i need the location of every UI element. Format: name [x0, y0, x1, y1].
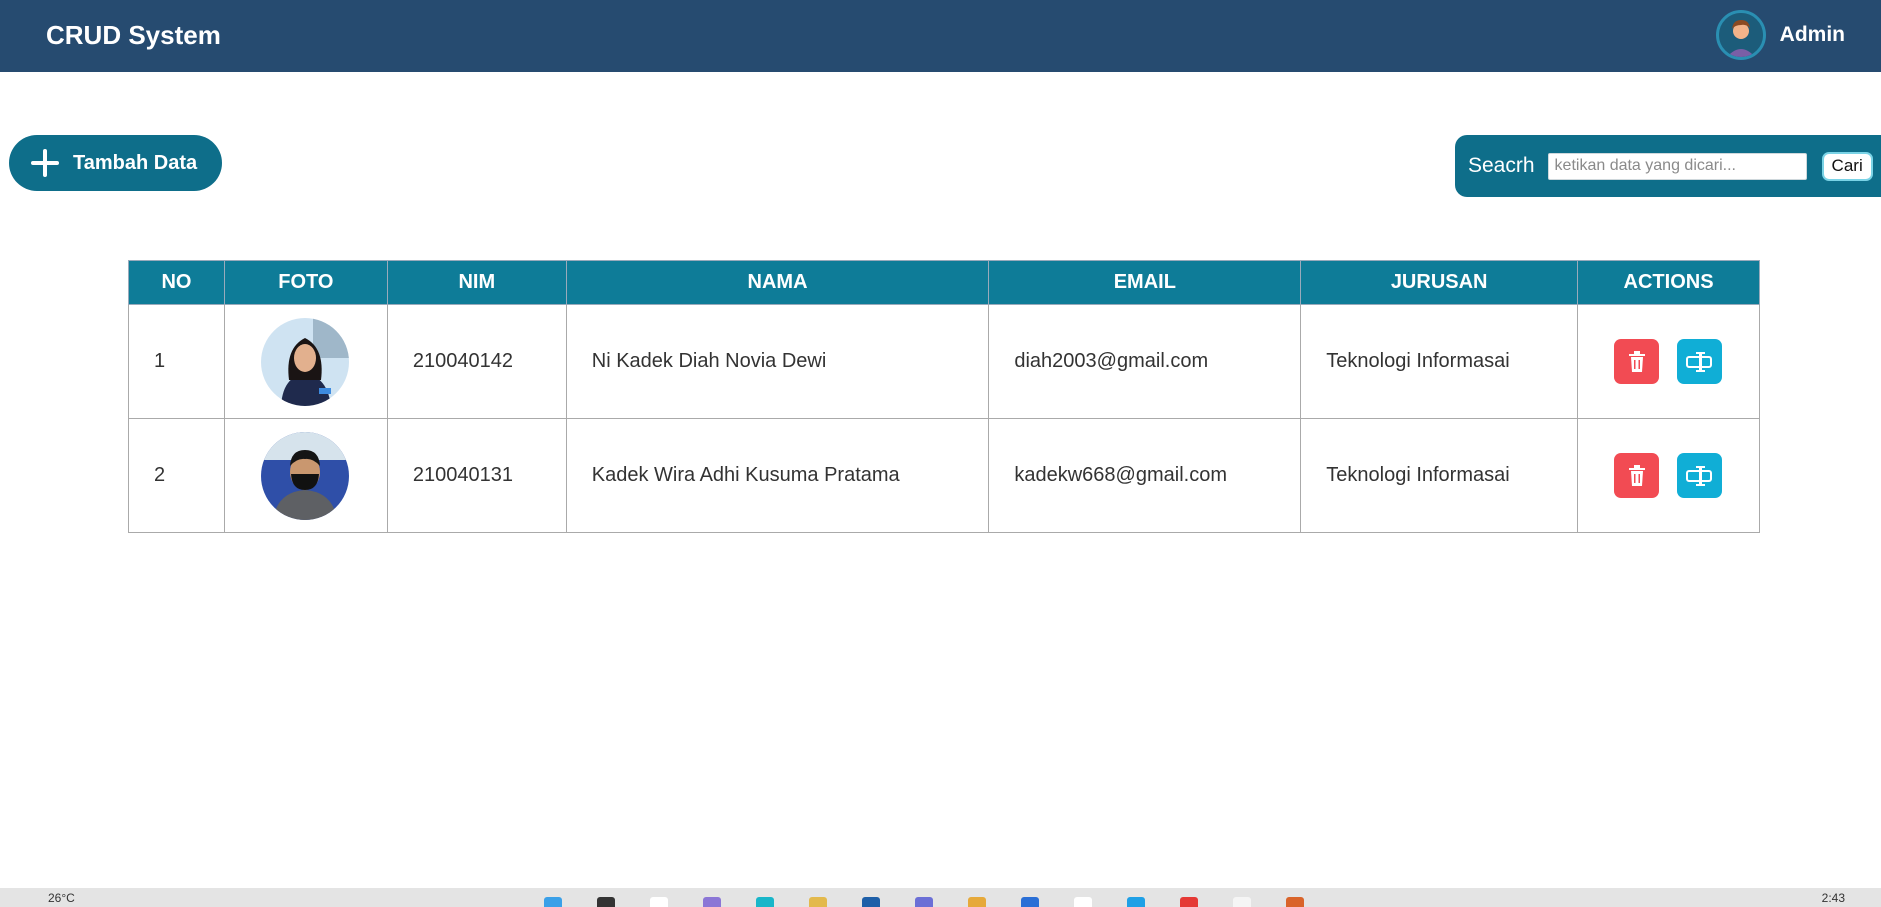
task-view-icon[interactable]: [650, 897, 668, 907]
table-row: 1 210040142 Ni Kadek Diah Novia Dewi dia…: [128, 304, 1760, 419]
app-icon[interactable]: [1286, 897, 1304, 907]
edge-icon[interactable]: [756, 897, 774, 907]
trash-icon: [1628, 464, 1645, 486]
edit-button[interactable]: [1676, 339, 1722, 384]
cell-no: 1: [128, 304, 225, 419]
browser-active-icon[interactable]: [1233, 897, 1251, 907]
column-header-nama: NAMA: [565, 260, 990, 305]
vscode-icon[interactable]: [1127, 897, 1145, 907]
start-icon[interactable]: [544, 897, 562, 907]
chrome-icon[interactable]: [1074, 897, 1092, 907]
cell-jurusan: Teknologi Informasai: [1300, 304, 1579, 419]
clock[interactable]: 2:43: [1822, 891, 1845, 905]
search-panel: Seacrh Cari: [1455, 135, 1881, 197]
search-button[interactable]: Cari: [1821, 151, 1873, 181]
os-taskbar: 26°C 2:43: [0, 888, 1881, 907]
plus-icon: [31, 149, 59, 177]
edit-button[interactable]: [1676, 453, 1722, 498]
store-icon[interactable]: [1021, 897, 1039, 907]
user-menu[interactable]: Admin: [1715, 10, 1845, 60]
search-label: Seacrh: [1468, 154, 1535, 177]
add-data-button[interactable]: Tambah Data: [9, 135, 222, 191]
column-header-actions: ACTIONS: [1577, 260, 1760, 305]
cell-nim: 210040142: [386, 304, 567, 419]
student-photo: [261, 317, 350, 406]
taskbar-apps: [544, 897, 1304, 907]
app-title: CRUD System: [46, 20, 221, 50]
user-name[interactable]: Admin: [1780, 23, 1845, 47]
edit-icon: [1686, 351, 1713, 372]
cell-email: diah2003@gmail.com: [988, 304, 1302, 419]
column-header-jurusan: JURUSAN: [1300, 260, 1579, 305]
cell-foto: [223, 418, 388, 533]
table-header-row: NO FOTO NIM NAMA EMAIL JURUSAN ACTIONS: [128, 260, 1760, 305]
search-icon[interactable]: [597, 897, 615, 907]
teams-icon[interactable]: [915, 897, 933, 907]
column-header-email: EMAIL: [988, 260, 1302, 305]
cell-actions: [1577, 304, 1760, 419]
column-header-nim: NIM: [386, 260, 567, 305]
search-input[interactable]: [1547, 152, 1807, 180]
cell-no: 2: [128, 418, 225, 533]
students-table: NO FOTO NIM NAMA EMAIL JURUSAN ACTIONS 1: [128, 260, 1760, 533]
opera-icon[interactable]: [1180, 897, 1198, 907]
avatar[interactable]: [1715, 10, 1766, 60]
delete-button[interactable]: [1614, 339, 1660, 384]
cell-nama: Ni Kadek Diah Novia Dewi: [565, 304, 990, 419]
folder-icon[interactable]: [968, 897, 986, 907]
file-explorer-icon[interactable]: [809, 897, 827, 907]
cell-foto: [223, 304, 388, 419]
cell-nim: 210040131: [386, 418, 567, 533]
calendar-app-icon[interactable]: [862, 897, 880, 907]
delete-button[interactable]: [1614, 453, 1660, 498]
column-header-foto: FOTO: [223, 260, 388, 305]
trash-icon: [1628, 350, 1645, 372]
cell-email: kadekw668@gmail.com: [988, 418, 1302, 533]
chat-icon[interactable]: [703, 897, 721, 907]
cell-nama: Kadek Wira Adhi Kusuma Pratama: [565, 418, 990, 533]
cell-actions: [1577, 418, 1760, 533]
add-data-label: Tambah Data: [73, 151, 198, 174]
edit-icon: [1686, 465, 1713, 486]
cell-jurusan: Teknologi Informasai: [1300, 418, 1579, 533]
student-photo: [261, 431, 350, 520]
column-header-no: NO: [128, 260, 225, 305]
table-row: 2 210040131 Kadek Wira Adhi Kusuma Prata…: [128, 418, 1760, 533]
top-navbar: CRUD System Admin: [0, 0, 1881, 72]
weather-readout[interactable]: 26°C: [48, 891, 75, 905]
